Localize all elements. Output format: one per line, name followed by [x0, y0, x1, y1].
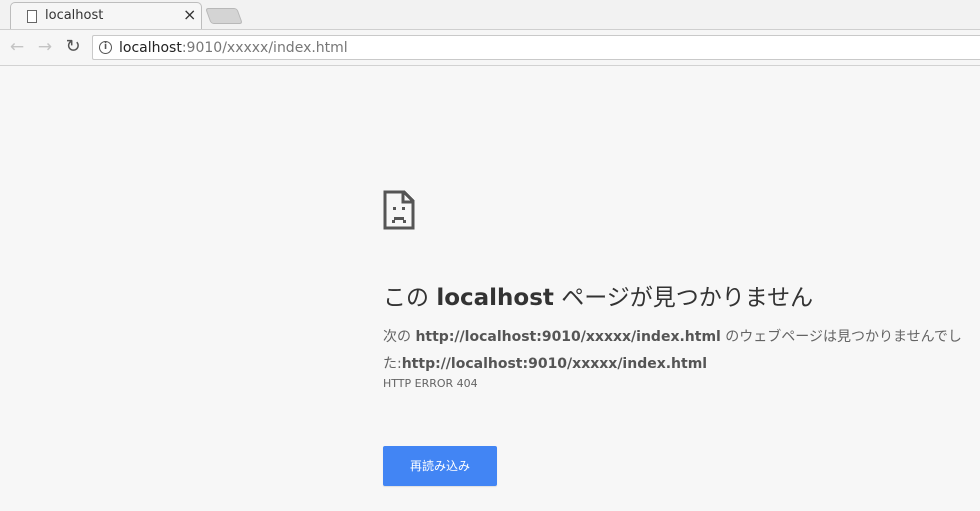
- address-bar[interactable]: i localhost:9010/xxxxx/index.html: [92, 35, 980, 60]
- error-code: HTTP ERROR 404: [383, 377, 478, 390]
- page-title: この localhost ページが見つかりません: [383, 278, 813, 312]
- url-path: :9010/xxxxx/index.html: [181, 40, 348, 56]
- tab-strip: localhost ×: [0, 0, 980, 30]
- url-text[interactable]: localhost:9010/xxxxx/index.html: [119, 40, 348, 56]
- new-tab-button[interactable]: [205, 8, 243, 24]
- info-icon[interactable]: i: [99, 41, 112, 54]
- tab-localhost[interactable]: localhost ×: [10, 2, 202, 30]
- title-prefix: この: [383, 285, 437, 311]
- close-icon[interactable]: ×: [183, 6, 196, 24]
- desc-url: http://localhost:9010/xxxxx/index.html: [415, 329, 721, 345]
- title-suffix: ページが見つかりません: [553, 285, 814, 311]
- url-host: localhost: [119, 40, 182, 56]
- desc-prefix: 次の: [383, 329, 416, 345]
- page-icon: [27, 10, 37, 23]
- reload-icon[interactable]: ↻: [62, 36, 84, 58]
- title-host: localhost: [436, 285, 554, 311]
- tab-title: localhost: [45, 8, 104, 23]
- desc-url-repeat: http://localhost:9010/xxxxx/index.html: [401, 356, 708, 372]
- reload-button[interactable]: 再読み込み: [383, 446, 497, 486]
- sad-document-icon: [383, 190, 415, 230]
- toolbar: ← → ↻ i localhost:9010/xxxxx/index.html: [0, 30, 980, 66]
- forward-icon[interactable]: →: [34, 36, 56, 58]
- back-icon[interactable]: ←: [6, 36, 28, 58]
- error-description: 次の http://localhost:9010/xxxxx/index.htm…: [383, 324, 973, 378]
